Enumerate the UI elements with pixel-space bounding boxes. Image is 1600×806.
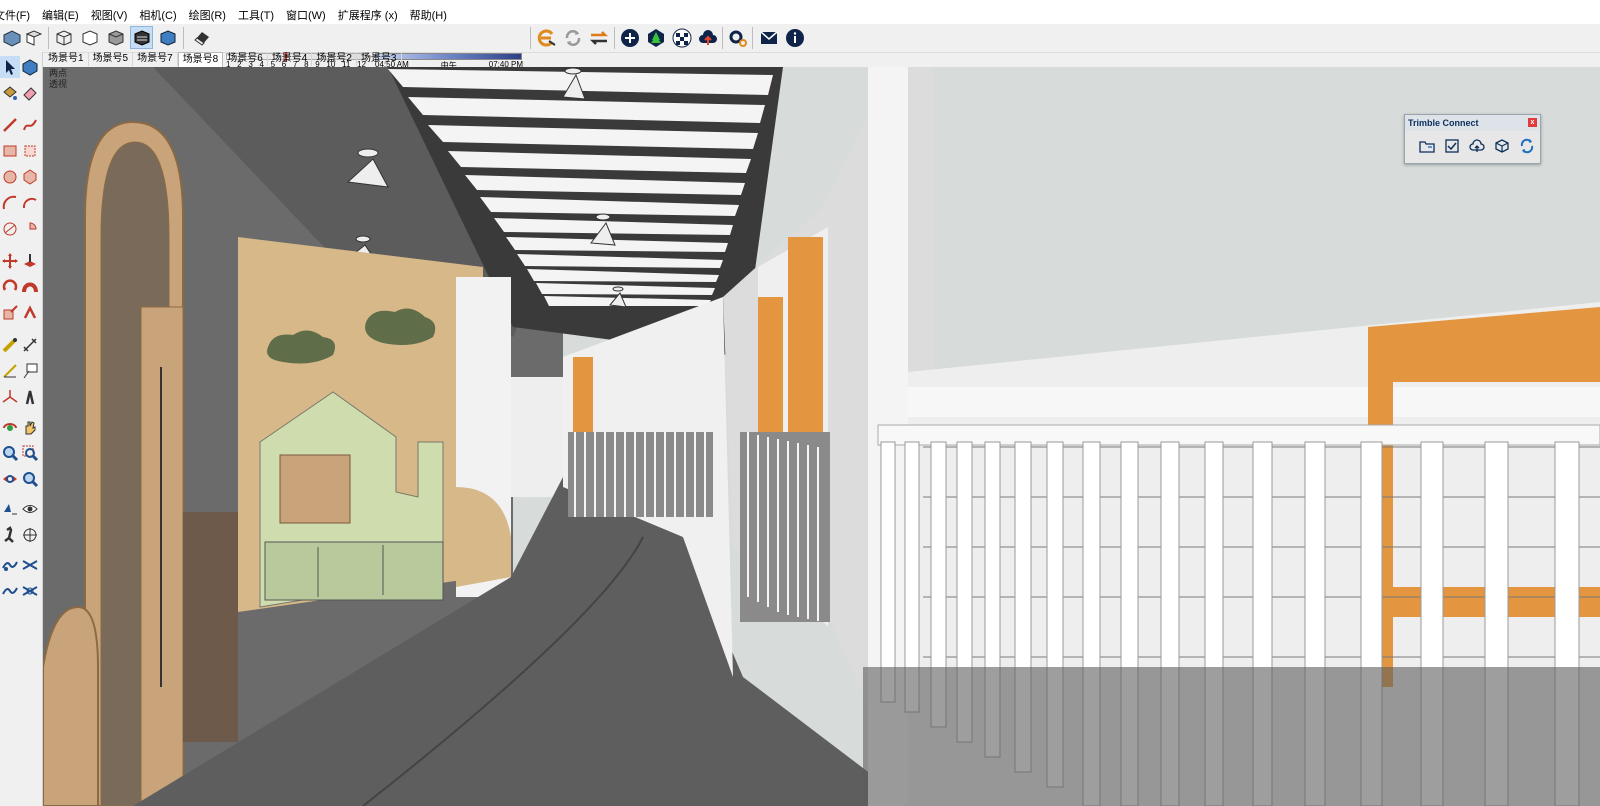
orbit-tool-icon[interactable] [0,416,20,438]
previous-view-icon[interactable] [20,468,40,490]
camera-mode-line2: 透视 [49,79,68,89]
cloud-upload-icon[interactable] [1467,137,1487,155]
pie-tool-icon[interactable] [20,218,40,240]
menu-draw[interactable]: 绘图(R) [183,7,232,23]
menu-window[interactable]: 窗口(W) [280,7,332,23]
main-toolbar: 1 2 3 4 5 6 7 8 9 10 11 12 04:50 AM 中午 0… [0,24,1600,70]
close-icon[interactable]: x [1528,118,1537,127]
scene-tab[interactable]: 场景号4 [268,52,313,66]
rotated-rectangle-icon[interactable] [20,140,40,162]
sandbox-from-contours-icon[interactable] [0,554,20,576]
scene-tab[interactable]: 场景号2 [312,52,357,66]
eraser-icon[interactable] [20,82,40,104]
model-viewport[interactable]: 两点 透视 [43,67,1600,806]
monochrome-icon[interactable] [156,26,179,49]
publish-icon[interactable] [1492,137,1512,155]
move-tool-icon[interactable] [0,250,20,272]
zoom-tool-icon[interactable] [0,442,20,464]
menu-view[interactable]: 视图(V) [85,7,134,23]
open-folder-icon[interactable] [1417,137,1437,155]
protractor-icon[interactable] [0,360,20,382]
rectangle-tool-icon[interactable] [0,140,20,162]
scene-tab[interactable]: 场景号6 [223,52,268,66]
trimble-connect-title: Trimble Connect [1408,118,1479,128]
settings-gear-icon[interactable] [726,26,749,49]
pan-hand-icon[interactable] [20,416,40,438]
select-arrow-icon[interactable] [0,56,20,78]
zoom-window-icon[interactable] [20,442,40,464]
menu-extensions[interactable]: 扩展程序 (x) [332,7,404,23]
two-point-arc-icon[interactable] [20,192,40,214]
scene-tab[interactable]: 场景号5 [89,52,134,66]
scale-tool-icon[interactable] [0,302,20,324]
position-camera-icon[interactable] [0,498,20,520]
rotate-tool-icon[interactable] [0,276,20,298]
textured-icon[interactable] [130,26,153,49]
stamp-icon[interactable] [20,580,40,602]
email-icon[interactable] [757,26,780,49]
sync-icon[interactable] [1517,137,1537,155]
checker-sphere-icon[interactable] [670,26,693,49]
camera-mode-line1: 两点 [49,68,68,78]
line-tool-icon[interactable] [0,114,20,136]
menu-bar: 文件(F) 编辑(E) 视图(V) 相机(C) 绘图(R) 工具(T) 窗口(W… [0,6,1600,24]
hidden-line-icon[interactable] [78,26,101,49]
menu-camera[interactable]: 相机(C) [133,7,182,23]
3d-scene-render [43,67,1600,806]
look-around-icon[interactable] [20,498,40,520]
scene-tab[interactable]: 场景号3 [357,52,402,66]
dimension-tool-icon[interactable] [20,334,40,356]
trimble-connect-header[interactable]: Trimble Connect x [1405,115,1540,131]
sandbox-from-scratch-icon[interactable] [20,554,40,576]
3d-warehouse-icon[interactable] [644,26,667,49]
camera-mode-label: 两点 透视 [49,68,67,90]
follow-me-icon[interactable] [20,276,40,298]
walk-tool-icon[interactable] [0,524,20,546]
freehand-icon[interactable] [20,114,40,136]
transfer-icon[interactable] [587,26,610,49]
smoove-icon[interactable] [0,580,20,602]
zoom-extents-icon[interactable] [0,468,20,490]
trimble-connect-panel: Trimble Connect x [1404,114,1541,164]
shaded-icon[interactable] [104,26,127,49]
three-point-arc-icon[interactable] [0,218,20,240]
menu-help[interactable]: 帮助(H) [404,7,453,23]
push-pull-icon[interactable] [20,250,40,272]
polygon-tool-icon[interactable] [20,166,40,188]
text-tool-icon[interactable] [20,360,40,382]
checklist-icon[interactable] [1442,137,1462,155]
top-view-icon[interactable] [22,26,45,49]
section-plane-icon[interactable] [20,524,40,546]
extension-warehouse-icon[interactable] [535,26,558,49]
axes-tool-icon[interactable] [0,386,20,408]
eraser-shadow-icon[interactable] [190,26,213,49]
cloud-upload-icon[interactable] [696,26,719,49]
make-component-icon[interactable] [20,56,40,78]
xray-style-icon[interactable] [52,26,75,49]
circle-tool-icon[interactable] [0,166,20,188]
scene-tabs: 场景号1 场景号5 场景号7 场景号8 场景号6 场景号4 场景号2 场景号3 [44,52,402,67]
3d-text-icon[interactable] [20,386,40,408]
scene-tab-active[interactable]: 场景号8 [177,52,224,67]
offset-tool-icon[interactable] [20,302,40,324]
menu-file[interactable]: 文件(F) [0,7,36,23]
tape-measure-icon[interactable] [0,334,20,356]
iso-view-icon[interactable] [0,26,23,49]
menu-tools[interactable]: 工具(T) [232,7,280,23]
add-location-icon[interactable] [618,26,641,49]
info-icon[interactable] [783,26,806,49]
menu-edit[interactable]: 编辑(E) [36,7,85,23]
paint-bucket-icon[interactable] [0,82,20,104]
refresh-icon[interactable] [561,26,584,49]
scene-tab[interactable]: 场景号7 [133,52,178,66]
left-tool-palette [0,52,43,806]
scene-tab[interactable]: 场景号1 [44,52,89,66]
arc-tool-icon[interactable] [0,192,20,214]
